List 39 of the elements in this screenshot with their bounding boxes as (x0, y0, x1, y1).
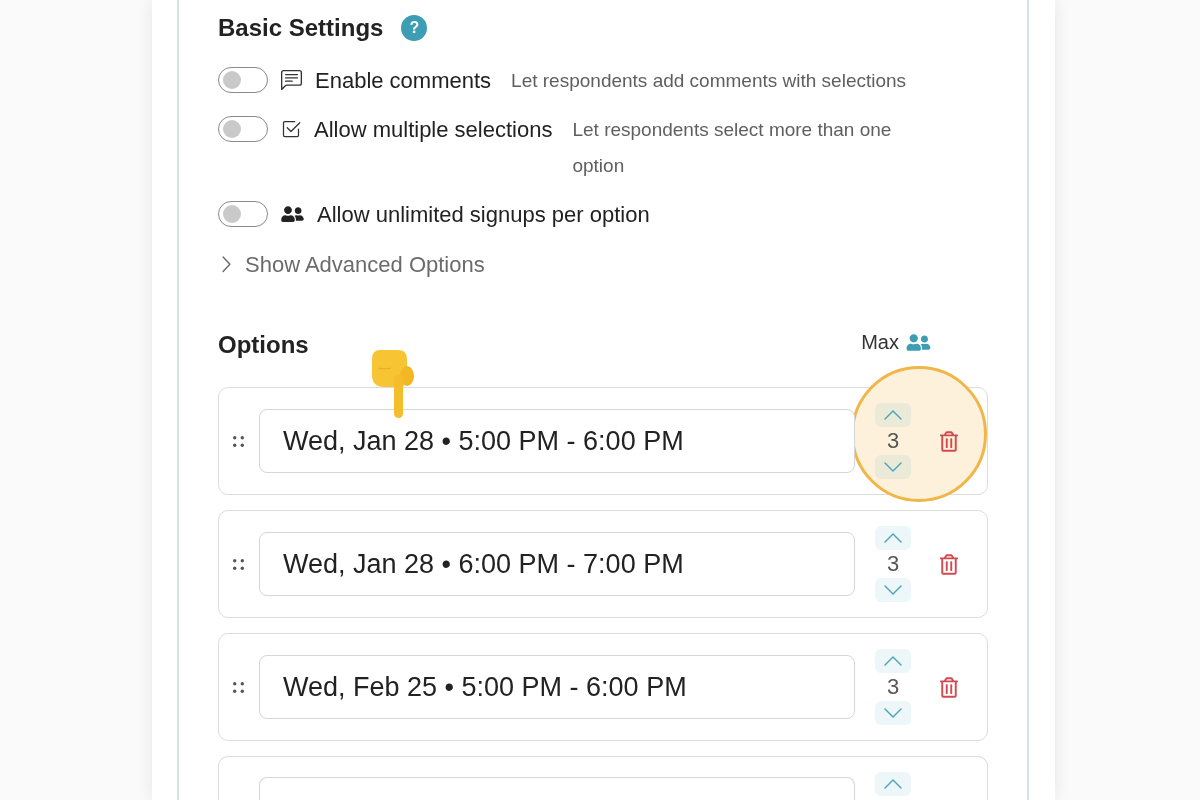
option-input[interactable]: Wed, Jan 28 • 5:00 PM - 6:00 PM (259, 409, 855, 473)
setting-description: Let respondents add comments with selections (511, 69, 908, 93)
toggle-switch[interactable] (218, 67, 268, 93)
chevron-up-icon (884, 656, 902, 666)
drag-handle-icon[interactable] (233, 681, 244, 693)
chevron-up-icon (884, 410, 902, 420)
chevron-down-icon (884, 585, 902, 595)
checkbox-icon (281, 119, 301, 139)
option-input[interactable]: Wed, Feb 25 • 5:00 PM - 6:00 PM (259, 655, 855, 719)
chevron-down-icon (884, 708, 902, 718)
setting-label: Allow unlimited signups per option (317, 200, 650, 229)
max-value: 3 (886, 673, 900, 701)
max-value: 3 (886, 427, 900, 455)
option-input[interactable]: Wed, Jan 28 • 6:00 PM - 7:00 PM (259, 532, 855, 596)
trash-icon (940, 430, 958, 452)
setting-description: Let respondents select more than one option (572, 118, 893, 178)
trash-icon (940, 553, 958, 575)
toggle-switch[interactable] (218, 116, 268, 142)
users-icon (906, 332, 931, 352)
chevron-up-icon (884, 533, 902, 543)
delete-button[interactable] (940, 676, 958, 698)
delete-button[interactable] (940, 430, 958, 452)
drag-handle-icon[interactable] (233, 558, 244, 570)
drag-handle-icon[interactable] (233, 435, 244, 447)
trash-icon (940, 676, 958, 698)
max-label: Max (861, 330, 899, 355)
section-title: Options (218, 330, 309, 360)
section-title: Basic Settings (218, 13, 384, 43)
chevron-up-icon (884, 779, 902, 789)
input-field[interactable] (259, 777, 855, 800)
users-icon (281, 205, 304, 223)
advanced-options-toggle[interactable]: Show Advanced Options (218, 246, 485, 282)
delete-button[interactable] (940, 553, 958, 575)
toggle-switch[interactable] (218, 201, 268, 227)
max-value: 3 (886, 550, 900, 578)
setting-label: Allow multiple selections (314, 115, 553, 144)
chevron-down-icon (884, 462, 902, 472)
comment-icon (281, 69, 302, 91)
setting-label: Enable comments (315, 66, 492, 95)
